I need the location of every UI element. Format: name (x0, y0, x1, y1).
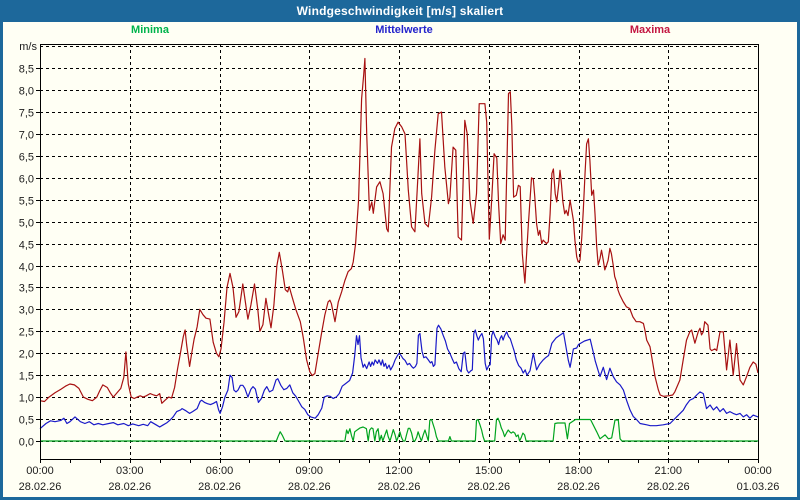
y-tick-label: 2,5 (19, 327, 34, 339)
y-tick-label: 4,5 (19, 240, 34, 252)
chart-window: Windgeschwindigkeit [m/s] skaliert Minim… (0, 0, 800, 500)
x-time-label: 06:00 (206, 465, 234, 477)
y-tick-label: 3,5 (19, 283, 34, 295)
y-tick-label: 1,0 (19, 393, 34, 405)
x-date-label: 28.02.26 (288, 481, 331, 493)
x-time-label: 12:00 (385, 465, 413, 477)
x-date-label: 28.02.26 (378, 481, 421, 493)
grid-layer (40, 44, 758, 459)
y-tick-label: 5,0 (19, 218, 34, 230)
y-tick-label: 7,0 (19, 130, 34, 142)
x-time-label: 03:00 (116, 465, 144, 477)
y-tick-label: 1,5 (19, 371, 34, 383)
y-tick-label: 5,5 (19, 196, 34, 208)
y-tick-label: 4,0 (19, 262, 34, 274)
y-tick-label: 2,0 (19, 349, 34, 361)
x-date-label: 28.02.26 (647, 481, 690, 493)
x-time-label: 15:00 (475, 465, 503, 477)
wind-speed-chart: 0,0 0,5 1,0 1,5 2,0 2,5 3,0 3,5 4,0 4,5 5,0 5,5 6,0 6… (19, 41, 780, 493)
y-tick-label: 8,5 (19, 64, 34, 76)
y-axis-unit-label: m/s (19, 41, 37, 53)
x-date-label: 28.02.26 (108, 481, 151, 493)
x-time-label: 00:00 (26, 465, 54, 477)
x-date-label: 28.02.26 (557, 481, 600, 493)
y-tick-label: 7,5 (19, 108, 34, 120)
y-tick-label: 8,0 (19, 86, 34, 98)
y-tick-label: 6,0 (19, 174, 34, 186)
x-time-label: 00:00 (744, 465, 772, 477)
y-tick-label: 3,0 (19, 305, 34, 317)
x-time-label: 18:00 (565, 465, 593, 477)
x-date-label: 01.03.26 (737, 481, 780, 493)
y-tick-label: 6,5 (19, 152, 34, 164)
x-time-label: 09:00 (295, 465, 323, 477)
x-date-label: 28.02.26 (19, 481, 62, 493)
x-time-label: 21:00 (654, 465, 682, 477)
y-tick-label: 0,5 (19, 415, 34, 427)
x-date-label: 28.02.26 (198, 481, 241, 493)
x-date-label: 28.02.26 (467, 481, 510, 493)
y-tick-label: 0,0 (19, 437, 34, 449)
